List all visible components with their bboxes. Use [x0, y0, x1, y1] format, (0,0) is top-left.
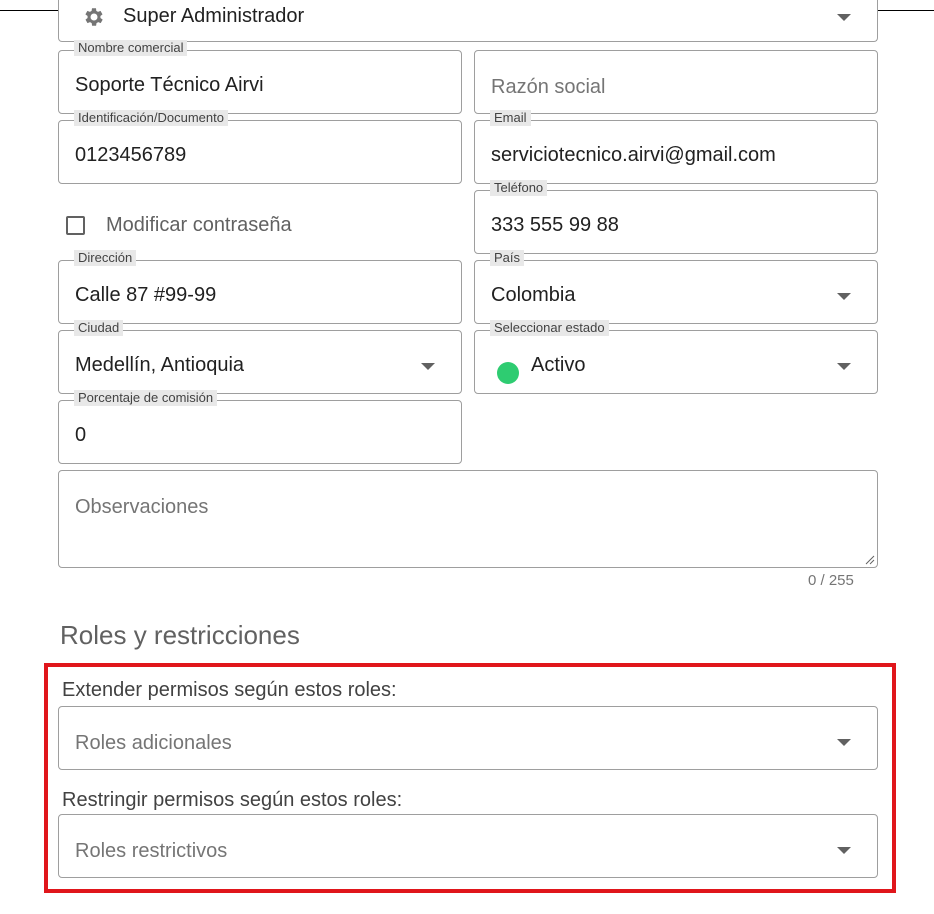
comision-field[interactable]: Porcentaje de comisión 0 — [58, 390, 462, 464]
nombre-comercial-field[interactable]: Nombre comercial Soporte Técnico Airvi — [58, 40, 462, 114]
roles-adicionales-placeholder: Roles adicionales — [75, 732, 232, 754]
identificacion-label: Identificación/Documento — [74, 110, 228, 126]
nombre-comercial-value: Soporte Técnico Airvi — [75, 74, 264, 96]
pais-select[interactable]: País Colombia — [474, 250, 878, 324]
status-dot-icon — [497, 362, 519, 384]
telefono-field[interactable]: Teléfono 333 555 99 88 — [474, 180, 878, 254]
estado-label: Seleccionar estado — [490, 320, 609, 336]
razon-social-placeholder: Razón social — [491, 76, 606, 98]
direccion-label: Dirección — [74, 250, 137, 266]
comision-value: 0 — [75, 424, 87, 446]
pais-label: País — [490, 250, 525, 266]
roles-restrictivos-placeholder: Roles restrictivos — [75, 840, 228, 862]
observaciones-counter: 0 / 255 — [808, 572, 854, 589]
roles-restrictivos-select[interactable]: Roles restrictivos — [58, 814, 878, 878]
roles-adicionales-select[interactable]: Roles adicionales — [58, 706, 878, 770]
email-field[interactable]: Email serviciotecnico.airvi@gmail.com — [474, 110, 878, 184]
direccion-field[interactable]: Dirección Calle 87 #99-99 — [58, 250, 462, 324]
estado-select[interactable]: Seleccionar estado Activo — [474, 320, 878, 394]
comision-label: Porcentaje de comisión — [74, 390, 218, 406]
ciudad-select[interactable]: Ciudad Medellín, Antioquia — [58, 320, 462, 394]
resize-handle-icon[interactable] — [865, 555, 875, 565]
email-value: serviciotecnico.airvi@gmail.com — [491, 144, 776, 166]
modificar-contrasena-checkbox[interactable] — [66, 216, 85, 235]
restringir-permisos-label: Restringir permisos según estos roles: — [62, 789, 403, 811]
chevron-down-icon — [837, 739, 851, 746]
observaciones-placeholder: Observaciones — [75, 496, 209, 518]
telefono-value: 333 555 99 88 — [491, 214, 619, 236]
extender-permisos-label: Extender permisos según estos roles: — [62, 679, 397, 701]
nombre-comercial-label: Nombre comercial — [74, 40, 188, 56]
telefono-label: Teléfono — [490, 180, 548, 196]
chevron-down-icon — [837, 847, 851, 854]
gear-icon — [85, 8, 103, 26]
chevron-down-icon — [837, 14, 851, 21]
chevron-down-icon — [837, 363, 851, 370]
observaciones-textarea[interactable]: Observaciones — [58, 470, 878, 568]
pais-value: Colombia — [491, 284, 576, 306]
estado-value: Activo — [531, 354, 586, 376]
profile-select[interactable]: Super Administrador — [58, 0, 878, 42]
ciudad-value: Medellín, Antioquia — [75, 354, 245, 376]
identificacion-value: 0123456789 — [75, 144, 187, 166]
chevron-down-icon — [837, 293, 851, 300]
chevron-down-icon — [421, 363, 435, 370]
email-label: Email — [490, 110, 531, 126]
identificacion-field[interactable]: Identificación/Documento 0123456789 — [58, 110, 462, 184]
modificar-contrasena-label[interactable]: Modificar contraseña — [106, 213, 292, 237]
roles-section-title: Roles y restricciones — [60, 620, 300, 650]
profile-value: Super Administrador — [123, 5, 305, 27]
razon-social-field[interactable]: Razón social — [474, 50, 878, 114]
ciudad-label: Ciudad — [74, 320, 124, 336]
direccion-value: Calle 87 #99-99 — [75, 284, 217, 306]
